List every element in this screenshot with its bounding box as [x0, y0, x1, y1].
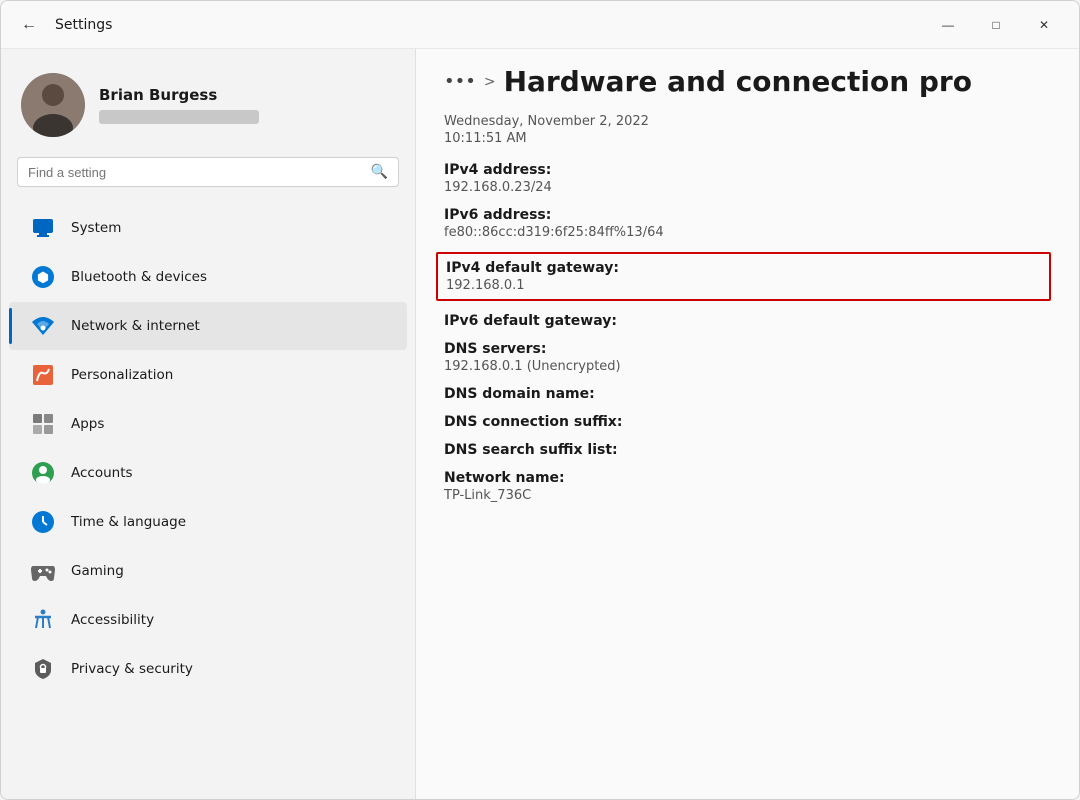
network-icon	[29, 312, 57, 340]
sidebar-item-network[interactable]: Network & internet	[9, 302, 407, 350]
prop-value-ipv6: fe80::86cc:d319:6f25:84ff%13/64	[444, 225, 1051, 240]
sidebar-item-bluetooth[interactable]: ⬢ Bluetooth & devices	[9, 253, 407, 301]
search-container: 🔍	[1, 157, 415, 203]
prop-row-dns-domain: DNS domain name:	[444, 386, 1051, 402]
prop-row-dns-search: DNS search suffix list:	[444, 442, 1051, 458]
properties-content: Wednesday, November 2, 2022 10:11:51 AM …	[416, 106, 1079, 799]
sidebar-label-gaming: Gaming	[71, 563, 124, 579]
prop-label-ipv6-gateway: IPv6 default gateway:	[444, 313, 1051, 329]
sidebar-item-privacy[interactable]: Privacy & security	[9, 645, 407, 693]
sidebar-item-personalization[interactable]: Personalization	[9, 351, 407, 399]
user-profile: Brian Burgess	[1, 61, 415, 157]
prop-row-network-name: Network name: TP-Link_736C	[444, 470, 1051, 503]
sidebar-label-accessibility: Accessibility	[71, 612, 154, 628]
gaming-icon	[29, 557, 57, 585]
search-input[interactable]	[28, 165, 363, 180]
prop-label-ipv4: IPv4 address:	[444, 162, 1051, 178]
prop-time: 10:11:51 AM	[444, 131, 1051, 146]
window-controls: — □ ✕	[925, 9, 1067, 41]
prop-row-ipv6-gateway: IPv6 default gateway:	[444, 313, 1051, 329]
prop-value-ipv4: 192.168.0.23/24	[444, 180, 1051, 195]
prop-label-ipv4-gateway: IPv4 default gateway:	[446, 260, 1041, 276]
sidebar-item-accessibility[interactable]: Accessibility	[9, 596, 407, 644]
page-header: ••• > Hardware and connection pro	[416, 49, 1079, 106]
sidebar-label-apps: Apps	[71, 416, 104, 432]
settings-window: ← Settings — □ ✕ Brian Burges	[0, 0, 1080, 800]
sidebar: Brian Burgess 🔍	[1, 49, 416, 799]
breadcrumb-dots[interactable]: •••	[444, 71, 476, 92]
search-box[interactable]: 🔍	[17, 157, 399, 187]
prop-label-ipv6: IPv6 address:	[444, 207, 1051, 223]
prop-value-dns-servers: 192.168.0.1 (Unencrypted)	[444, 359, 1051, 374]
prop-label-network-name: Network name:	[444, 470, 1051, 486]
sidebar-item-system[interactable]: System	[9, 204, 407, 252]
titlebar: ← Settings — □ ✕	[1, 1, 1079, 49]
accessibility-icon	[29, 606, 57, 634]
window-title: Settings	[55, 17, 112, 33]
avatar	[21, 73, 85, 137]
sidebar-item-gaming[interactable]: Gaming	[9, 547, 407, 595]
prop-date: Wednesday, November 2, 2022	[444, 114, 1051, 129]
titlebar-left: ← Settings	[13, 9, 112, 41]
sidebar-label-bluetooth: Bluetooth & devices	[71, 269, 207, 285]
prop-label-dns-search: DNS search suffix list:	[444, 442, 1051, 458]
sidebar-item-accounts[interactable]: Accounts	[9, 449, 407, 497]
close-button[interactable]: ✕	[1021, 9, 1067, 41]
prop-value-network-name: TP-Link_736C	[444, 488, 1051, 503]
personalization-icon	[29, 361, 57, 389]
right-panel: ••• > Hardware and connection pro Wednes…	[416, 49, 1079, 799]
sidebar-label-personalization: Personalization	[71, 367, 173, 383]
time-icon	[29, 508, 57, 536]
prop-row-ipv4: IPv4 address: 192.168.0.23/24	[444, 162, 1051, 195]
sidebar-item-apps[interactable]: Apps	[9, 400, 407, 448]
bluetooth-icon: ⬢	[29, 263, 57, 291]
sidebar-label-network: Network & internet	[71, 318, 200, 334]
privacy-icon	[29, 655, 57, 683]
sidebar-label-system: System	[71, 220, 121, 236]
system-icon	[29, 214, 57, 242]
user-email-redacted	[99, 110, 259, 124]
accounts-icon	[29, 459, 57, 487]
prop-label-dns-domain: DNS domain name:	[444, 386, 1051, 402]
nav-menu: System ⬢ Bluetooth & devices	[1, 204, 415, 693]
prop-row-dns-servers: DNS servers: 192.168.0.1 (Unencrypted)	[444, 341, 1051, 374]
minimize-button[interactable]: —	[925, 9, 971, 41]
sidebar-label-privacy: Privacy & security	[71, 661, 193, 677]
prop-row-ipv6: IPv6 address: fe80::86cc:d319:6f25:84ff%…	[444, 207, 1051, 240]
user-info: Brian Burgess	[99, 86, 259, 124]
search-icon: 🔍	[371, 164, 388, 180]
sidebar-label-accounts: Accounts	[71, 465, 133, 481]
page-title: Hardware and connection pro	[504, 65, 972, 98]
svg-text:⬢: ⬢	[37, 270, 49, 286]
prop-label-dns-servers: DNS servers:	[444, 341, 1051, 357]
back-button[interactable]: ←	[13, 9, 45, 41]
user-name: Brian Burgess	[99, 86, 259, 104]
sidebar-label-time: Time & language	[71, 514, 186, 530]
content-area: Brian Burgess 🔍	[1, 49, 1079, 799]
breadcrumb-arrow: >	[484, 74, 496, 90]
prop-label-dns-suffix: DNS connection suffix:	[444, 414, 1051, 430]
prop-value-ipv4-gateway: 192.168.0.1	[446, 278, 1041, 293]
prop-row-ipv4-gateway: IPv4 default gateway: 192.168.0.1	[436, 252, 1051, 301]
prop-row-dns-suffix: DNS connection suffix:	[444, 414, 1051, 430]
sidebar-item-time[interactable]: Time & language	[9, 498, 407, 546]
apps-icon	[29, 410, 57, 438]
maximize-button[interactable]: □	[973, 9, 1019, 41]
